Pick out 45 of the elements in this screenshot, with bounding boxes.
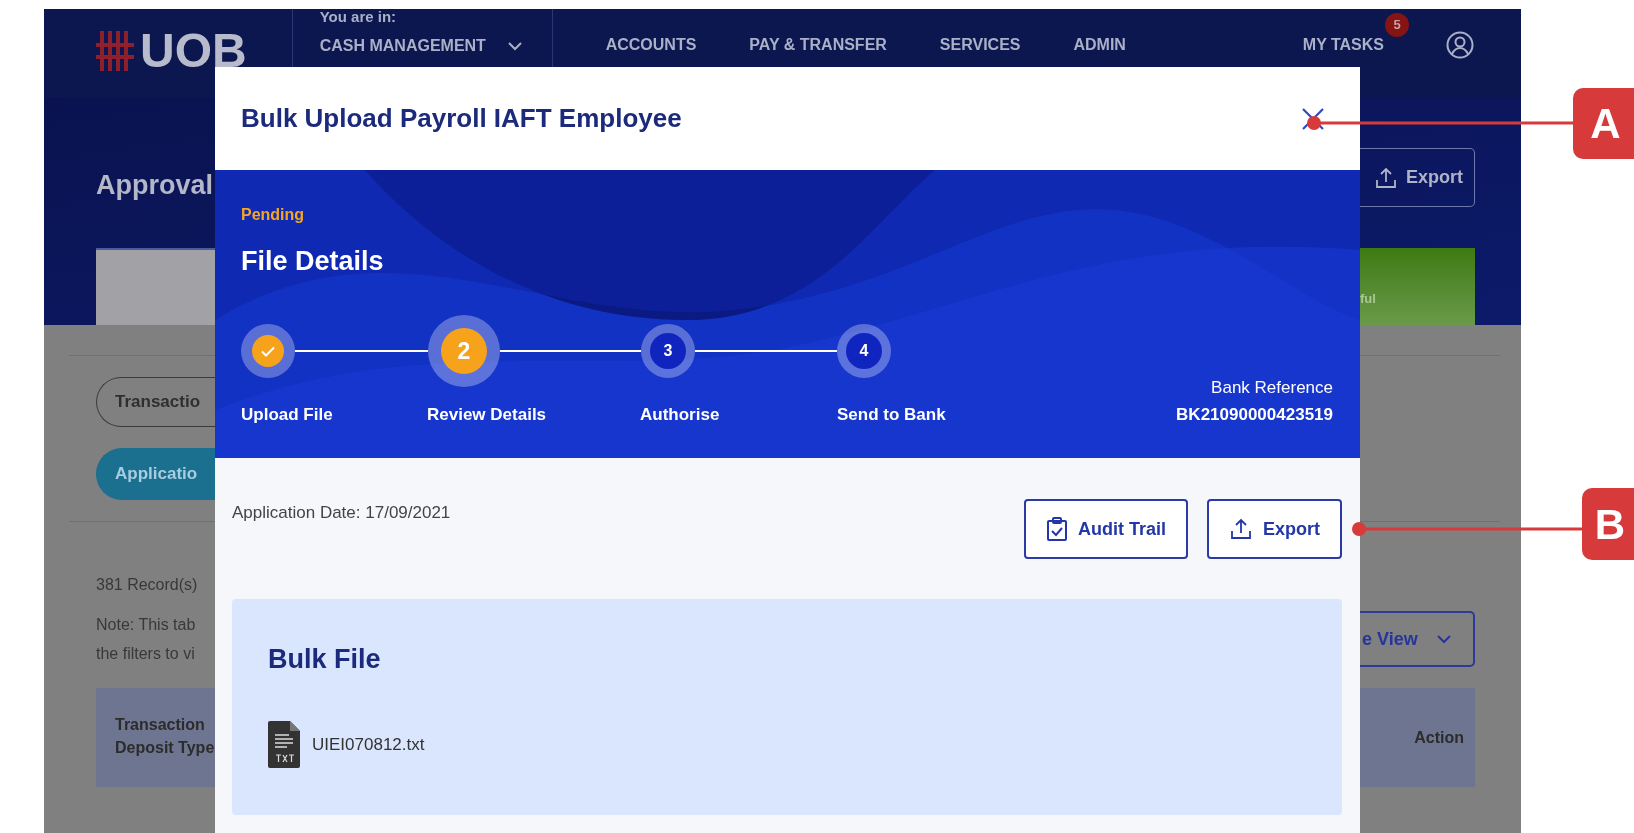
step-label: Authorise xyxy=(640,405,720,424)
profile-icon[interactable] xyxy=(1446,31,1474,59)
action-button[interactable]: Audit Trail xyxy=(1023,499,1188,559)
modal-title: Bulk Upload Payroll IAFT Employee xyxy=(241,102,682,135)
logo-mark-icon xyxy=(96,29,134,73)
nav-menu-item[interactable]: SERVICES xyxy=(939,35,1021,55)
table-header-cell-text: Action xyxy=(1414,727,1464,748)
upload-icon xyxy=(1374,165,1398,190)
context-label: You are in: xyxy=(319,9,398,25)
step-label: Upload File xyxy=(241,405,333,424)
context-dropdown[interactable]: CASH MANAGEMENT xyxy=(319,36,552,56)
step-label: Send to Bank xyxy=(837,405,946,424)
bank-reference-label: Bank Reference xyxy=(1211,377,1333,399)
nav-menu-item[interactable]: ACCOUNTS xyxy=(605,35,697,55)
chevron-down-icon xyxy=(507,41,522,51)
file-name[interactable]: UIEI070812.txt xyxy=(312,731,425,758)
step-indicator: 4 xyxy=(837,324,891,378)
check-icon xyxy=(261,345,275,357)
callout-label: A xyxy=(1573,88,1634,159)
note-text: Note: This tab the filters to vi xyxy=(96,615,197,664)
nav-menu-item[interactable]: ADMIN xyxy=(1073,35,1126,55)
table-header-cell: Transaction Deposit Type xyxy=(96,688,215,787)
bank-reference-value: BK21090000423519 xyxy=(1176,404,1333,426)
step-label: Review Details xyxy=(427,405,547,424)
step-indicator: 3 xyxy=(641,324,695,378)
my-tasks-link[interactable]: MY TASKS xyxy=(1302,35,1384,55)
application-date: Application Date: 17/09/2021 xyxy=(232,502,451,524)
close-icon xyxy=(1301,106,1325,131)
page-title: Approval xyxy=(96,169,215,201)
nav-menu-item[interactable]: PAY & TRANSFER xyxy=(749,35,887,55)
status-card-label: ful xyxy=(1360,291,1376,307)
callout-label: B xyxy=(1582,488,1634,560)
close-button[interactable] xyxy=(1300,105,1326,132)
card-heading: Bulk File xyxy=(268,643,382,675)
section-heading: File Details xyxy=(241,245,385,278)
step-indicator: 2 xyxy=(428,315,500,387)
chevron-down-icon xyxy=(1437,634,1451,644)
clipboard-check-icon xyxy=(1045,517,1068,541)
status-label: Pending xyxy=(241,205,306,225)
task-count-badge: 5 xyxy=(1385,13,1409,37)
text-file-icon xyxy=(268,721,300,768)
record-count: 381 Record(s) xyxy=(96,575,199,595)
upload-icon xyxy=(1229,517,1253,541)
action-button[interactable]: Export xyxy=(1207,499,1342,559)
logo-text: UOB xyxy=(140,23,247,79)
